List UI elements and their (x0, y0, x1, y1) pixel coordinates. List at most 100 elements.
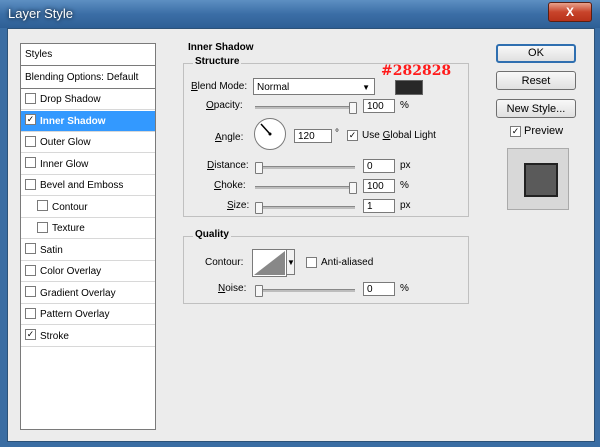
style-item-drop-shadow[interactable]: Drop Shadow (21, 89, 155, 110)
blending-options-item[interactable]: Blending Options: Default (21, 66, 155, 89)
style-item-satin[interactable]: Satin (21, 240, 155, 261)
style-item-checkbox[interactable] (25, 243, 36, 255)
opacity-input[interactable]: 100 (363, 99, 395, 113)
style-item-label: Inner Shadow (40, 115, 106, 127)
opacity-unit: % (400, 100, 409, 111)
distance-slider-thumb[interactable] (255, 162, 263, 174)
style-item-label: Texture (52, 223, 85, 234)
layer-style-window: Layer Style X Styles Blending Options: D… (0, 0, 600, 447)
angle-label: Angle: (215, 132, 244, 143)
use-global-light-checkbox[interactable]: ✓ (347, 130, 358, 141)
noise-slider[interactable] (255, 285, 355, 297)
style-item-label: Color Overlay (40, 266, 102, 277)
style-item-gradient-overlay[interactable]: Gradient Overlay (21, 283, 155, 304)
size-input[interactable]: 1 (363, 199, 395, 213)
reset-button[interactable]: Reset (496, 71, 576, 90)
preview-thumbnail (507, 148, 569, 210)
quality-title: Quality (193, 229, 231, 240)
angle-dial[interactable] (254, 118, 286, 150)
style-item-checkbox[interactable] (25, 264, 36, 276)
style-item-label: Gradient Overlay (40, 287, 116, 299)
style-item-inner-glow[interactable]: Inner Glow (21, 154, 155, 175)
opacity-label: Opacity: (206, 100, 243, 111)
opacity-slider[interactable] (255, 102, 357, 114)
noise-unit: % (400, 283, 409, 294)
style-item-texture[interactable]: Texture (21, 218, 155, 239)
structure-title: Structure (193, 56, 242, 67)
style-item-label: Pattern Overlay (40, 309, 110, 320)
size-slider[interactable] (255, 202, 355, 214)
noise-slider-thumb[interactable] (255, 285, 263, 297)
style-item-label: Outer Glow (40, 137, 91, 148)
style-item-pattern-overlay[interactable]: Pattern Overlay (21, 304, 155, 325)
size-slider-thumb[interactable] (255, 202, 263, 214)
angle-unit: ° (335, 128, 339, 139)
distance-input[interactable]: 0 (363, 159, 395, 173)
preview-label: Preview (524, 125, 564, 137)
style-item-color-overlay[interactable]: Color Overlay (21, 261, 155, 282)
style-item-label: Inner Glow (40, 158, 89, 170)
styles-header[interactable]: Styles (21, 44, 155, 66)
style-item-checkbox[interactable] (37, 200, 48, 212)
size-label: Size: (227, 200, 250, 211)
contour-preview[interactable] (252, 249, 287, 277)
choke-slider-thumb[interactable] (349, 182, 357, 194)
contour-label: Contour: (205, 257, 244, 268)
blend-mode-select[interactable]: Normal ▼ (253, 78, 375, 95)
choke-slider[interactable] (255, 182, 357, 194)
use-global-light-label: Use Global Light (362, 130, 436, 141)
style-item-checkbox[interactable]: ✓ (25, 329, 36, 341)
style-item-label: Satin (40, 244, 63, 256)
title-bar[interactable]: Layer Style X (0, 0, 600, 28)
angle-input[interactable]: 120 (294, 129, 332, 143)
opacity-slider-thumb[interactable] (349, 102, 357, 114)
blend-mode-value: Normal (257, 82, 290, 93)
new-style-button[interactable]: New Style... (496, 99, 576, 118)
style-item-stroke[interactable]: ✓ Stroke (21, 326, 155, 347)
noise-input[interactable]: 0 (363, 282, 395, 296)
choke-unit: % (400, 180, 409, 191)
style-item-checkbox[interactable] (37, 221, 48, 233)
style-item-label: Drop Shadow (40, 94, 101, 105)
style-item-checkbox[interactable] (25, 157, 36, 169)
section-title: Inner Shadow (188, 42, 254, 53)
shadow-color-swatch[interactable] (395, 80, 423, 95)
noise-label: Noise: (218, 283, 247, 294)
anti-aliased-checkbox[interactable] (306, 257, 317, 268)
preview-swatch (524, 163, 558, 197)
blend-mode-label: Blend Mode: (191, 81, 248, 92)
style-item-label: Stroke (40, 330, 69, 342)
blend-mode-label-text: lend Mode: (197, 81, 248, 92)
distance-unit: px (400, 160, 411, 171)
style-item-checkbox[interactable]: ✓ (25, 114, 36, 126)
style-item-label: Bevel and Emboss (40, 180, 124, 191)
distance-slider[interactable] (255, 162, 355, 174)
style-item-inner-shadow[interactable]: ✓ Inner Shadow (21, 110, 155, 132)
choke-label: Choke: (214, 180, 246, 191)
choke-input[interactable]: 100 (363, 179, 395, 193)
style-item-outer-glow[interactable]: Outer Glow (21, 132, 155, 153)
size-unit: px (400, 200, 411, 211)
window-title: Layer Style (8, 6, 74, 21)
style-item-checkbox[interactable] (25, 286, 36, 298)
anti-aliased-label: Anti-aliased (321, 257, 374, 268)
dialog-client: Styles Blending Options: Default Drop Sh… (7, 28, 595, 442)
contour-curve-icon (254, 251, 285, 275)
style-item-checkbox[interactable] (25, 178, 36, 190)
style-item-checkbox[interactable] (25, 307, 36, 319)
preview-checkbox[interactable]: ✓ (510, 126, 521, 137)
ok-button[interactable]: OK (496, 44, 576, 63)
chevron-down-icon: ▼ (287, 258, 295, 267)
styles-list: Styles Blending Options: Default Drop Sh… (20, 43, 156, 430)
style-item-checkbox[interactable] (25, 135, 36, 147)
chevron-down-icon: ▼ (362, 83, 370, 92)
style-item-bevel-and-emboss[interactable]: Bevel and Emboss (21, 175, 155, 196)
color-hex-annotation: #282828 (381, 63, 452, 79)
close-button[interactable]: X (548, 2, 592, 22)
contour-dropdown-button[interactable]: ▼ (286, 249, 295, 275)
style-item-contour[interactable]: Contour (21, 197, 155, 218)
distance-label: Distance: (207, 160, 249, 171)
style-item-label: Contour (52, 201, 88, 213)
angle-dial-needle-icon (260, 123, 272, 136)
style-item-checkbox[interactable] (25, 92, 36, 104)
